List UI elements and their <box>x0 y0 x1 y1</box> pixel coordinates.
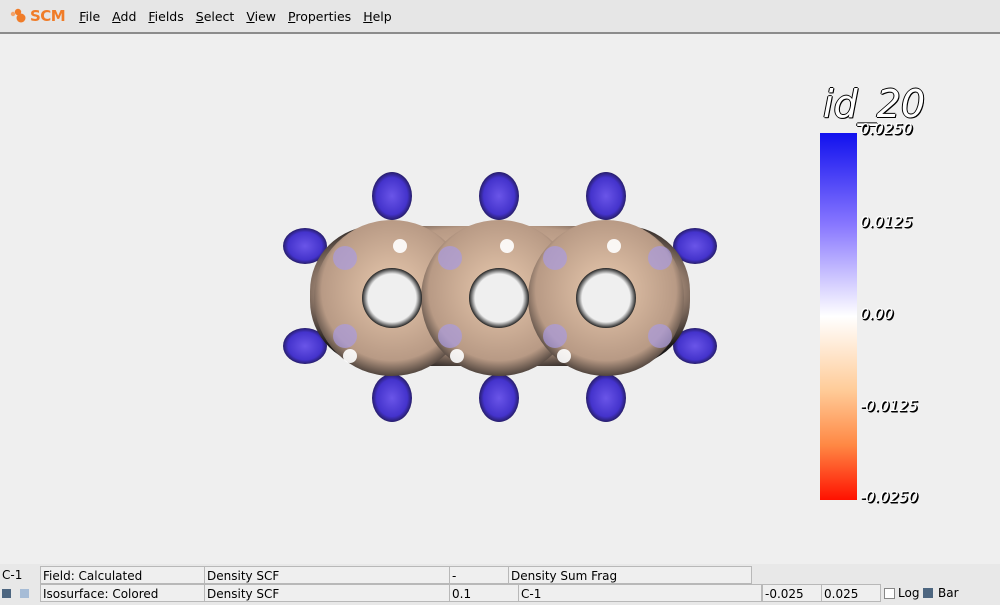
logo-text: SCM <box>30 7 66 25</box>
color-max-input[interactable]: 0.025 <box>821 584 881 602</box>
menu-fields[interactable]: Fields <box>148 9 183 24</box>
menu-view[interactable]: View <box>246 9 276 24</box>
menu-help[interactable]: Help <box>363 9 392 24</box>
color-min-input[interactable]: -0.025 <box>762 584 822 602</box>
field-name-2[interactable]: Density Sum Frag <box>508 566 752 584</box>
legend-tick-upper: 0.0125 <box>860 213 913 231</box>
log-checkbox[interactable] <box>884 588 895 599</box>
menu-properties[interactable]: Properties <box>288 9 351 24</box>
molecule-isosurface <box>283 172 717 422</box>
field-status-bar: C-1 Field: Calculated Density SCF - Dens… <box>0 564 1000 605</box>
bar-checkbox[interactable] <box>923 588 933 598</box>
color-legend-title: id_20 <box>823 82 926 126</box>
log-label: Log <box>898 586 920 600</box>
field-name[interactable]: Density SCF <box>204 566 450 584</box>
field-type[interactable]: Field: Calculated <box>40 566 205 584</box>
legend-tick-max: 0.0250 <box>860 120 913 138</box>
bar-label: Bar <box>938 586 959 600</box>
menu-file[interactable]: File <box>79 9 100 24</box>
menu-add[interactable]: Add <box>112 9 136 24</box>
surface-visible-toggle[interactable] <box>20 589 29 598</box>
iso-value-input[interactable]: 0.1 <box>449 584 519 602</box>
surface-field-name[interactable]: Density SCF <box>204 584 450 602</box>
color-by-field[interactable]: C-1 <box>518 584 762 602</box>
atom-label: C-1 <box>2 568 23 582</box>
field-separator[interactable]: - <box>449 566 509 584</box>
scm-logo-icon <box>10 8 26 23</box>
menu-select[interactable]: Select <box>196 9 235 24</box>
color-legend-bar <box>820 133 857 500</box>
legend-tick-min: -0.0250 <box>860 488 918 506</box>
menu-bar: SCM File Add Fields Select View Properti… <box>0 0 1000 34</box>
scm-logo: SCM <box>10 7 66 25</box>
surface-type[interactable]: Isosurface: Colored <box>40 584 205 602</box>
surface-color-swatch[interactable] <box>2 589 11 598</box>
legend-tick-lower: -0.0125 <box>860 397 918 415</box>
legend-tick-zero: 0.00 <box>860 305 894 323</box>
